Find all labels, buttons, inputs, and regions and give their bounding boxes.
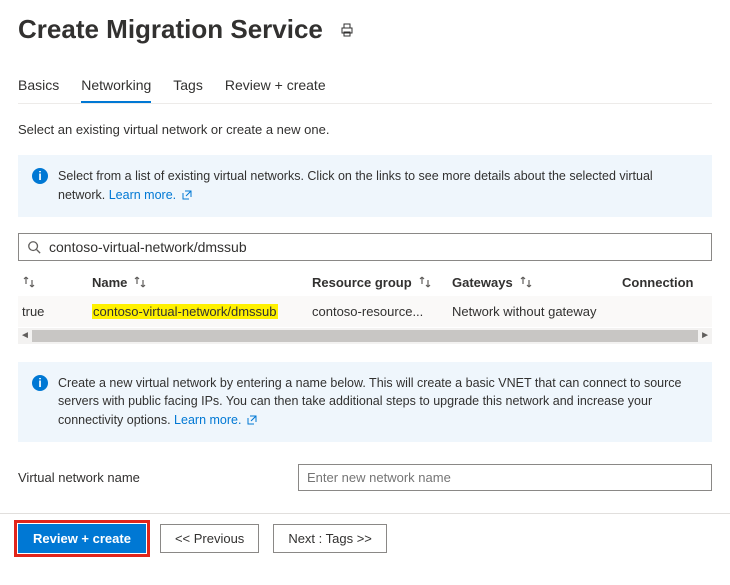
table-header-row: Name Resource group Gateways Connection — [18, 267, 712, 296]
vnet-name-row: Virtual network name — [18, 464, 712, 491]
horizontal-scrollbar[interactable]: ◄ ► — [18, 328, 712, 344]
info-create-text: Create a new virtual network by entering… — [58, 374, 698, 430]
col-connections[interactable]: Connection — [622, 275, 712, 290]
learn-more-create-link[interactable]: Learn more. — [174, 413, 257, 427]
sort-icon — [519, 275, 533, 289]
info-create-vnet: i Create a new virtual network by enteri… — [18, 362, 712, 442]
section-instruction: Select an existing virtual network or cr… — [18, 122, 712, 137]
info-existing-vnet: i Select from a list of existing virtual… — [18, 155, 712, 217]
next-button[interactable]: Next : Tags >> — [273, 524, 387, 553]
sort-icon — [133, 275, 147, 289]
info-existing-text: Select from a list of existing virtual n… — [58, 167, 698, 205]
tab-networking[interactable]: Networking — [81, 71, 151, 103]
col-resource-group[interactable]: Resource group — [312, 275, 452, 290]
learn-more-existing-link[interactable]: Learn more. — [109, 188, 192, 202]
scroll-thumb[interactable] — [32, 330, 698, 342]
print-icon[interactable] — [339, 22, 355, 38]
cell-gateways: Network without gateway — [452, 304, 622, 319]
col-gateways[interactable]: Gateways — [452, 275, 622, 290]
col-selected[interactable] — [22, 275, 92, 289]
col-name[interactable]: Name — [92, 275, 312, 290]
vnet-table: Name Resource group Gateways Connection … — [18, 267, 712, 348]
search-icon — [27, 240, 41, 254]
external-link-icon — [247, 415, 257, 425]
sort-icon — [22, 275, 36, 289]
cell-name: contoso-virtual-network/dmssub — [92, 304, 312, 319]
svg-text:i: i — [38, 376, 41, 390]
tab-review-create[interactable]: Review + create — [225, 71, 326, 103]
scroll-right-icon[interactable]: ► — [700, 330, 710, 341]
external-link-icon — [182, 190, 192, 200]
scroll-left-icon[interactable]: ◄ — [20, 330, 30, 341]
vnet-name-label: Virtual network name — [18, 470, 298, 485]
cell-selected: true — [22, 304, 92, 319]
tab-tags[interactable]: Tags — [173, 71, 203, 103]
svg-text:i: i — [38, 169, 41, 183]
vnet-name-input[interactable] — [298, 464, 712, 491]
tab-basics[interactable]: Basics — [18, 71, 59, 103]
review-create-button[interactable]: Review + create — [18, 524, 146, 553]
previous-button[interactable]: << Previous — [160, 524, 259, 553]
sort-icon — [418, 275, 432, 289]
table-row[interactable]: true contoso-virtual-network/dmssub cont… — [18, 296, 712, 327]
info-icon: i — [32, 375, 48, 391]
info-icon: i — [32, 168, 48, 184]
wizard-footer: Review + create << Previous Next : Tags … — [0, 513, 730, 563]
page-header: Create Migration Service — [18, 14, 712, 45]
page-title: Create Migration Service — [18, 14, 323, 45]
tab-bar: Basics Networking Tags Review + create — [18, 71, 712, 104]
vnet-search-input[interactable] — [47, 238, 703, 256]
cell-resource-group: contoso-resource... — [312, 304, 452, 319]
vnet-search-box[interactable] — [18, 233, 712, 261]
